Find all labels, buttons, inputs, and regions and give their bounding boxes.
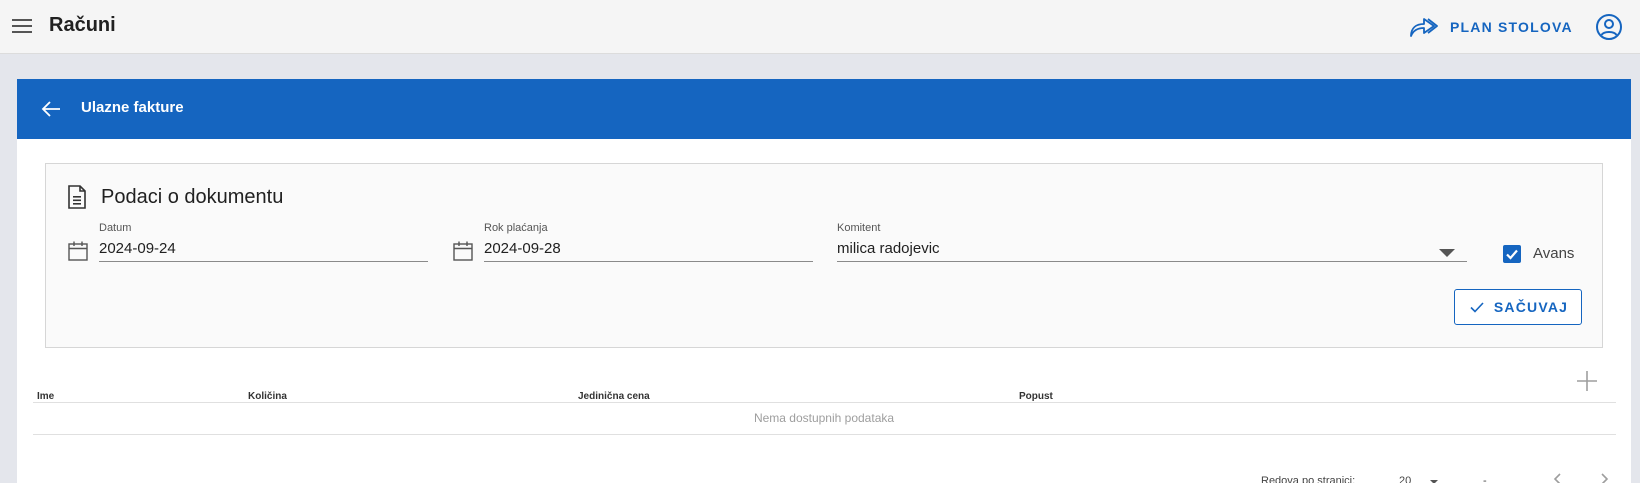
plan-stolova-button[interactable]: PLAN STOLOVA — [1408, 12, 1573, 42]
rows-per-page-label: Redova po stranici: — [1261, 475, 1356, 483]
komitent-dropdown-arrow-icon[interactable] — [1439, 249, 1455, 257]
datum-field[interactable]: 2024-09-24 — [99, 240, 176, 257]
empty-table-message: Nema dostupnih podataka — [753, 411, 895, 425]
rok-placanja-label: Rok plaćanja — [484, 222, 548, 234]
app-topbar: Računi PLAN STOLOVA — [0, 0, 1640, 54]
column-header-popust[interactable]: Popust — [1019, 391, 1053, 402]
datum-underline — [99, 261, 428, 262]
komitent-underline — [837, 261, 1467, 262]
column-header-jedinicna-cena[interactable]: Jedinična cena — [578, 391, 650, 402]
rows-per-page-select[interactable]: 20 — [1399, 475, 1411, 483]
table-footer-divider — [33, 434, 1616, 435]
column-header-ime[interactable]: Ime — [37, 391, 54, 402]
add-row-icon[interactable] — [1575, 369, 1599, 393]
account-circle-icon[interactable] — [1595, 13, 1623, 41]
calendar-icon[interactable] — [67, 240, 89, 262]
komitent-label: Komitent — [837, 222, 881, 234]
column-header-kolicina[interactable]: Količina — [248, 391, 287, 402]
document-details-panel: Podaci o dokumentu Datum 2024-09-24 Rok … — [45, 163, 1603, 348]
chevron-left-icon[interactable] — [1551, 472, 1565, 483]
komitent-select[interactable]: milica radojevic — [837, 240, 940, 257]
rok-placanja-field[interactable]: 2024-09-28 — [484, 240, 561, 257]
avans-checkbox[interactable] — [1503, 245, 1521, 263]
chevron-right-icon[interactable] — [1597, 472, 1611, 483]
card-header: Ulazne fakture — [17, 79, 1631, 139]
page-range-text: - — [1483, 475, 1487, 483]
save-button-label: SAČUVAJ — [1493, 299, 1569, 315]
checkmark-icon — [1506, 249, 1518, 260]
check-icon — [1470, 302, 1484, 313]
save-button[interactable]: SAČUVAJ — [1454, 289, 1582, 325]
card-header-title: Ulazne fakture — [81, 99, 184, 116]
document-icon — [68, 185, 86, 209]
back-arrow-icon[interactable] — [39, 97, 63, 121]
forward-arrow-icon — [1410, 18, 1438, 37]
page-title: Računi — [49, 14, 116, 36]
calendar-icon[interactable] — [452, 240, 474, 262]
table-header-divider — [33, 402, 1616, 403]
card-body: Podaci o dokumentu Datum 2024-09-24 Rok … — [17, 139, 1631, 483]
menu-icon[interactable] — [11, 15, 33, 37]
section-title: Podaci o dokumentu — [101, 186, 284, 208]
avans-label: Avans — [1533, 245, 1575, 262]
datum-label: Datum — [99, 222, 132, 234]
rok-placanja-underline — [484, 261, 813, 262]
plan-stolova-label: PLAN STOLOVA — [1450, 19, 1573, 35]
